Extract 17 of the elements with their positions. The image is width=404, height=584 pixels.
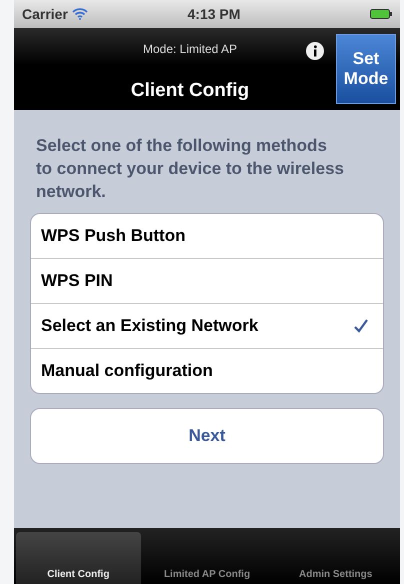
option-row[interactable]: Manual configuration (31, 348, 383, 393)
next-button[interactable]: Next (30, 408, 384, 464)
option-row[interactable]: WPS PIN (31, 258, 383, 303)
tab[interactable]: Client Config (16, 532, 141, 584)
carrier-name: Carrier (22, 6, 68, 22)
instructions-text: Select one of the following methods to connect your device to the wireless network. (36, 135, 344, 203)
option-row[interactable]: Select an Existing Network (31, 303, 383, 348)
option-row[interactable]: WPS Push Button (31, 214, 383, 258)
mode-label: Mode: Limited AP (142, 42, 238, 56)
tab[interactable]: Admin Settings (273, 532, 398, 584)
screen-title: Client Config (130, 80, 250, 102)
wifi-icon (72, 8, 88, 20)
tab[interactable]: Limited AP Config (144, 532, 270, 584)
info-icon[interactable] (306, 42, 324, 60)
battery-icon (370, 9, 392, 19)
clock-time: 4:13 PM (186, 6, 242, 22)
set-mode-button[interactable]: Set Mode (336, 34, 396, 104)
